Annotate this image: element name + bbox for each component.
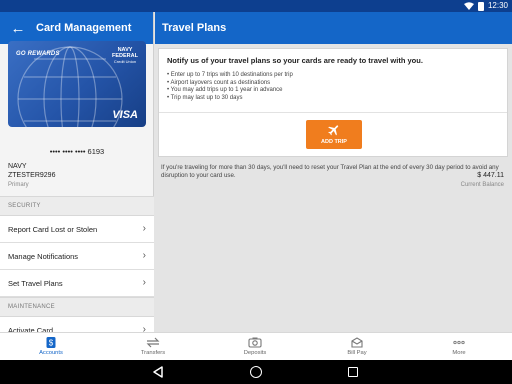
nav-item-more[interactable]: More bbox=[408, 333, 510, 361]
account-id: ZTESTER9296 bbox=[8, 172, 56, 179]
status-bar: 12:30 bbox=[0, 0, 512, 12]
transfers-icon bbox=[146, 337, 160, 348]
page-title: Card Management bbox=[36, 22, 132, 34]
accounts-icon: $ bbox=[46, 337, 56, 348]
list-item: You may add trips up to 1 year in advanc… bbox=[167, 87, 293, 95]
chevron-right-icon: › bbox=[142, 223, 146, 234]
chevron-right-icon: › bbox=[142, 250, 146, 261]
add-trip-label: ADD TRIP bbox=[321, 139, 347, 145]
account-name: NAVY bbox=[8, 163, 27, 170]
status-time: 12:30 bbox=[487, 1, 508, 10]
system-home-icon[interactable] bbox=[250, 366, 262, 378]
menu-item-label: Manage Notifications bbox=[8, 251, 79, 261]
menu-item-label: Report Card Lost or Stolen bbox=[8, 224, 98, 234]
more-icon bbox=[453, 340, 465, 345]
nav-label: Deposits bbox=[243, 350, 267, 356]
card-bank-logo: NAVY FEDERAL Credit Union bbox=[112, 47, 138, 64]
list-item: Enter up to 7 trips with 10 destinations… bbox=[167, 72, 293, 80]
divider bbox=[159, 112, 507, 113]
info-title: Notify us of your travel plans so your c… bbox=[167, 56, 423, 65]
card-number: •••• •••• •••• 6193 bbox=[49, 147, 105, 156]
card-rewards-label: GO REWARDS bbox=[16, 51, 60, 57]
system-recents-icon[interactable] bbox=[348, 367, 358, 377]
nav-label: Accounts bbox=[39, 350, 63, 356]
card-management-header: ← Card Management bbox=[0, 12, 153, 44]
list-item: Airport layovers count as destinations bbox=[167, 80, 293, 88]
system-navigation-bar bbox=[0, 360, 512, 384]
card-image[interactable]: GO REWARDS NAVY FEDERAL Credit Union VIS… bbox=[8, 41, 146, 127]
menu-item-manage-notifications[interactable]: Manage Notifications › bbox=[0, 243, 154, 270]
travel-info-card: Notify us of your travel plans so your c… bbox=[158, 48, 508, 157]
battery-icon bbox=[477, 1, 484, 11]
section-header-security: SECURITY bbox=[0, 196, 154, 216]
nav-label: Bill Pay bbox=[347, 350, 367, 356]
travel-note: If you're traveling for more than 30 day… bbox=[161, 164, 499, 179]
add-trip-button[interactable]: ADD TRIP bbox=[306, 120, 362, 149]
nav-label: Transfers bbox=[140, 350, 166, 356]
balance-label: Current Balance bbox=[460, 182, 504, 188]
wifi-icon bbox=[463, 2, 474, 10]
bottom-navigation: $ Accounts Transfers Deposits Bill Pay M… bbox=[0, 332, 512, 360]
deposits-icon bbox=[248, 337, 262, 348]
nav-item-deposits[interactable]: Deposits bbox=[204, 333, 306, 361]
chevron-right-icon: › bbox=[142, 277, 146, 288]
info-list: Enter up to 7 trips with 10 destinations… bbox=[167, 72, 293, 103]
menu-item-label: Set Travel Plans bbox=[8, 278, 63, 288]
airplane-icon bbox=[328, 125, 339, 136]
section-header-maintenance: MAINTENANCE bbox=[0, 297, 154, 317]
travel-plans-header: Travel Plans bbox=[155, 12, 512, 44]
account-type-label: Primary bbox=[8, 182, 29, 188]
card-network-logo: VISA bbox=[112, 109, 138, 121]
nav-item-accounts[interactable]: $ Accounts bbox=[0, 333, 102, 361]
system-back-icon[interactable] bbox=[152, 366, 164, 378]
menu-item-set-travel-plans[interactable]: Set Travel Plans › bbox=[0, 270, 154, 297]
nav-item-bill-pay[interactable]: Bill Pay bbox=[306, 333, 408, 361]
nav-label: More bbox=[452, 350, 466, 356]
back-arrow-icon[interactable]: ← bbox=[0, 20, 36, 37]
svg-text:$: $ bbox=[49, 339, 54, 348]
nav-item-transfers[interactable]: Transfers bbox=[102, 333, 204, 361]
menu-item-report-lost[interactable]: Report Card Lost or Stolen › bbox=[0, 216, 154, 243]
list-item: Trip may last up to 30 days bbox=[167, 95, 293, 103]
bill-pay-icon bbox=[351, 337, 363, 348]
